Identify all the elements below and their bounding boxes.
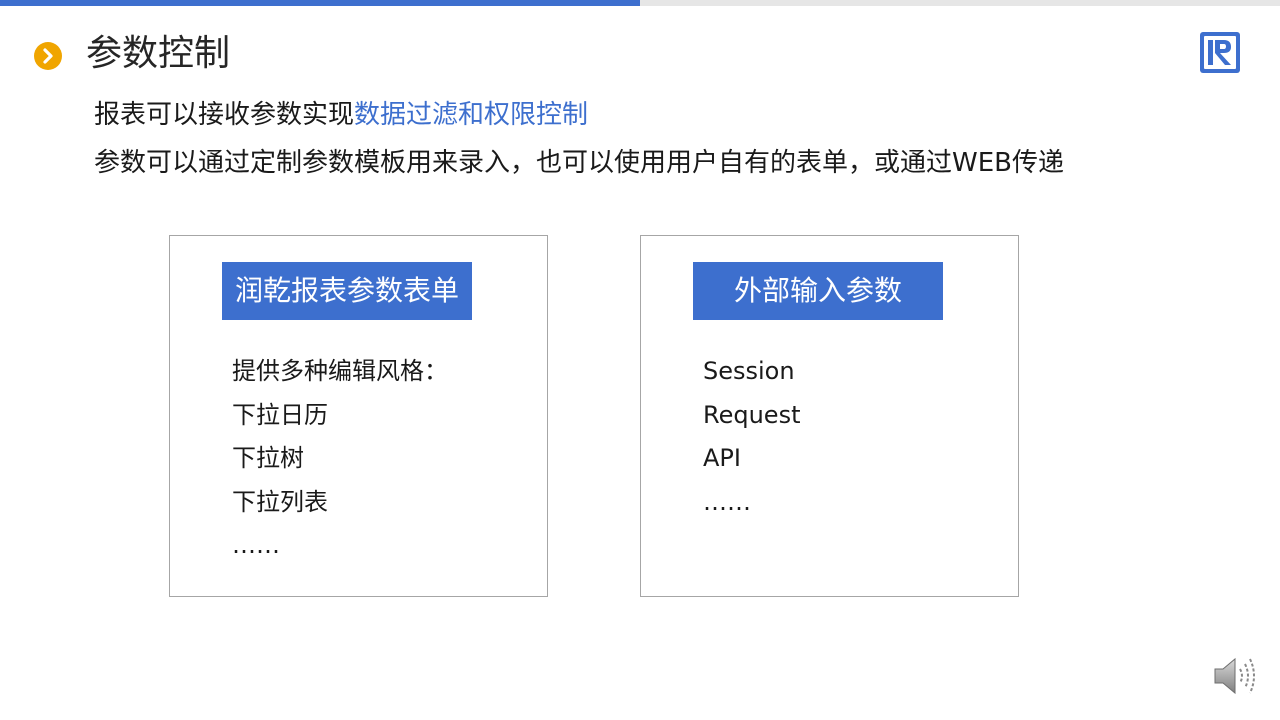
external-params-list: Session Request API …… (703, 350, 801, 524)
list-item: …… (703, 487, 751, 516)
list-item: 下拉日历 (232, 400, 328, 429)
speaker-icon[interactable] (1212, 654, 1258, 698)
intro-line-1: 报表可以接收参数实现数据过滤和权限控制 (94, 98, 588, 132)
slide-title: 参数控制 (86, 33, 231, 74)
param-form-list: 提供多种编辑风格： 下拉日历 下拉树 下拉列表 …… (232, 350, 448, 568)
list-item: 下拉树 (232, 444, 304, 472)
chevron-right-icon (34, 42, 62, 70)
list-item: …… (232, 531, 280, 559)
list-item: 下拉列表 (232, 487, 328, 516)
slide-progress-fill (0, 0, 640, 6)
param-form-panel: 润乾报表参数表单 提供多种编辑风格： 下拉日历 下拉树 下拉列表 …… (169, 235, 548, 597)
intro-line-2: 参数可以通过定制参数模板用来录入，也可以使用用户自有的表单，或通过WEB传递 (94, 148, 1064, 178)
list-item: 提供多种编辑风格： (232, 357, 448, 385)
list-item: Request (703, 400, 801, 429)
external-params-header: 外部输入参数 (693, 262, 943, 320)
list-item: API (703, 444, 741, 472)
slide-progress-bar (0, 0, 1280, 6)
intro-line-1-highlight: 数据过滤和权限控制 (354, 100, 589, 130)
runqian-r-logo-icon (1200, 32, 1240, 73)
list-item: Session (703, 357, 795, 385)
external-params-panel: 外部输入参数 Session Request API …… (640, 235, 1019, 597)
param-form-header: 润乾报表参数表单 (222, 262, 472, 320)
intro-line-1-prefix: 报表可以接收参数实现 (94, 100, 355, 130)
